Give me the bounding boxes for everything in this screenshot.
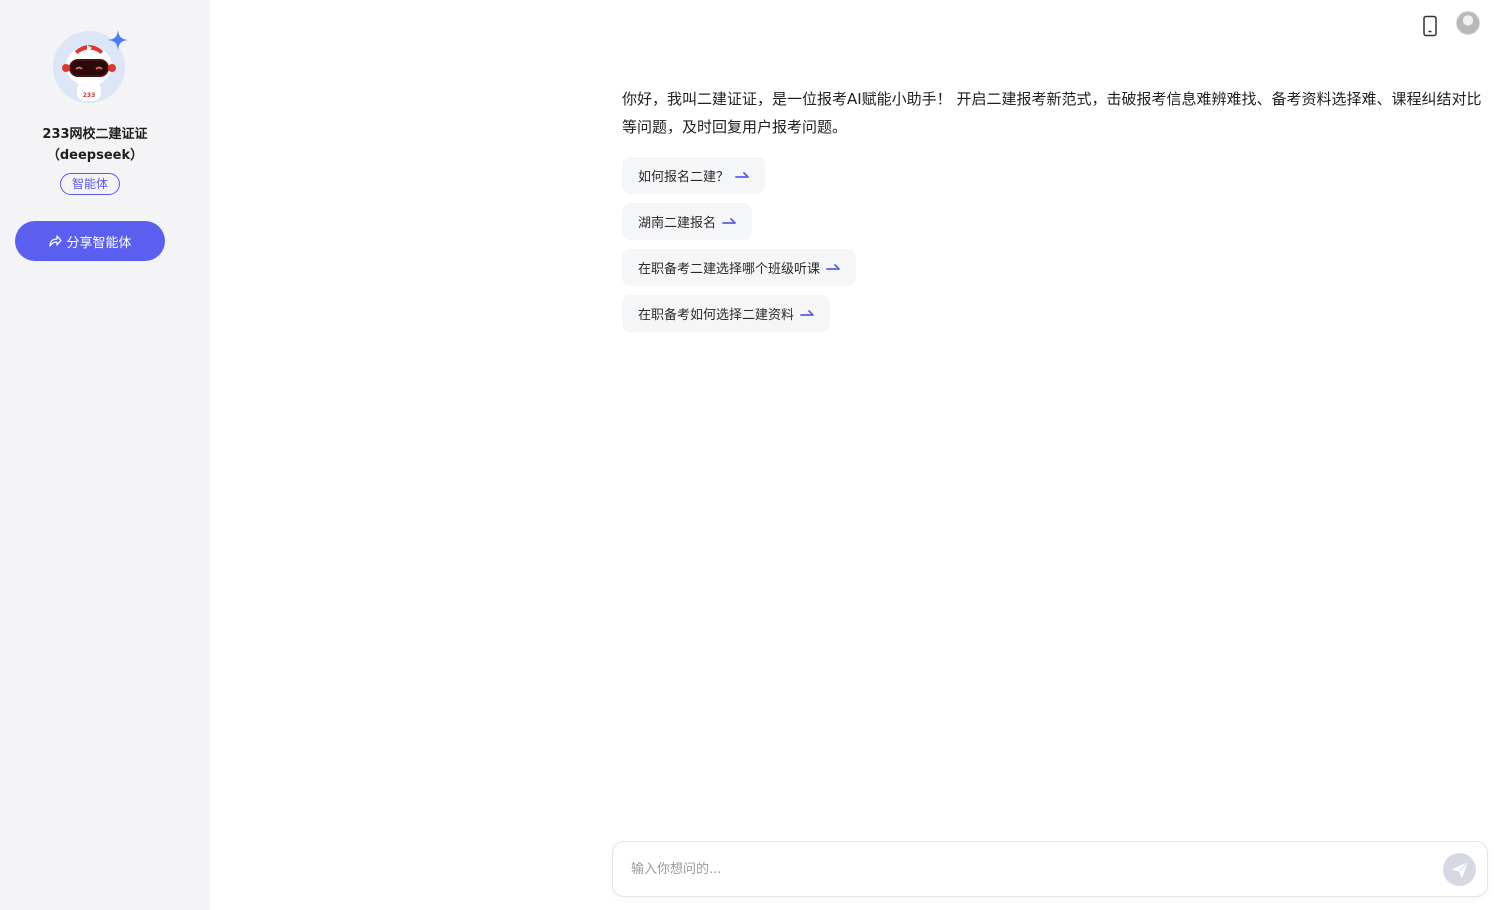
- suggestion-label: 在职备考二建选择哪个班级听课: [638, 262, 821, 277]
- arrow-right-icon: [735, 171, 751, 181]
- suggestion-chip[interactable]: 在职备考如何选择二建资料: [622, 295, 831, 332]
- user-avatar[interactable]: [1456, 11, 1480, 35]
- arrow-right-icon: [800, 309, 816, 319]
- robot-badge-text: 233: [83, 92, 96, 99]
- share-arrow-icon: [49, 235, 63, 247]
- chat-input-box: [612, 841, 1488, 897]
- send-plane-icon: [1452, 862, 1467, 877]
- send-button[interactable]: [1443, 853, 1476, 886]
- suggestion-chip[interactable]: 在职备考二建选择哪个班级听课: [622, 249, 857, 286]
- agent-avatar-wrap: 233: [53, 30, 128, 105]
- sparkle-star-icon: [108, 30, 128, 50]
- suggestion-chip[interactable]: 如何报名二建？: [622, 157, 766, 194]
- arrow-right-icon: [826, 263, 842, 273]
- agent-type-tag: 智能体: [60, 173, 120, 195]
- agent-intro-message: 你好，我叫二建证证，是一位报考AI赋能小助手！ 开启二建报考新范式，击破报考信息…: [622, 90, 1482, 136]
- chat-input[interactable]: [631, 842, 1431, 896]
- suggestion-label: 如何报名二建？: [638, 170, 730, 185]
- sidebar: 233 233网校二建证证 （deepseek） 智能体 分享智能体: [0, 0, 210, 910]
- suggestion-label: 湖南二建报名: [638, 216, 717, 231]
- suggestion-list: 如何报名二建？ 湖南二建报名 在职备考二建选择哪个班级听课 在职备考如何选择二建…: [622, 157, 857, 341]
- agent-name-line1: 233网校二建证证: [42, 127, 148, 142]
- agent-name: 233网校二建证证 （deepseek）: [0, 124, 190, 166]
- suggestion-chip[interactable]: 湖南二建报名: [622, 203, 753, 240]
- mobile-phone-icon[interactable]: [1421, 15, 1439, 37]
- share-agent-button[interactable]: 分享智能体: [15, 221, 165, 261]
- arrow-right-icon: [722, 217, 738, 227]
- agent-name-line2: （deepseek）: [46, 148, 144, 163]
- app-root: 233 233网校二建证证 （deepseek） 智能体 分享智能体 你好，我叫…: [0, 0, 1500, 910]
- share-agent-label: 分享智能体: [66, 235, 132, 251]
- suggestion-label: 在职备考如何选择二建资料: [638, 308, 795, 323]
